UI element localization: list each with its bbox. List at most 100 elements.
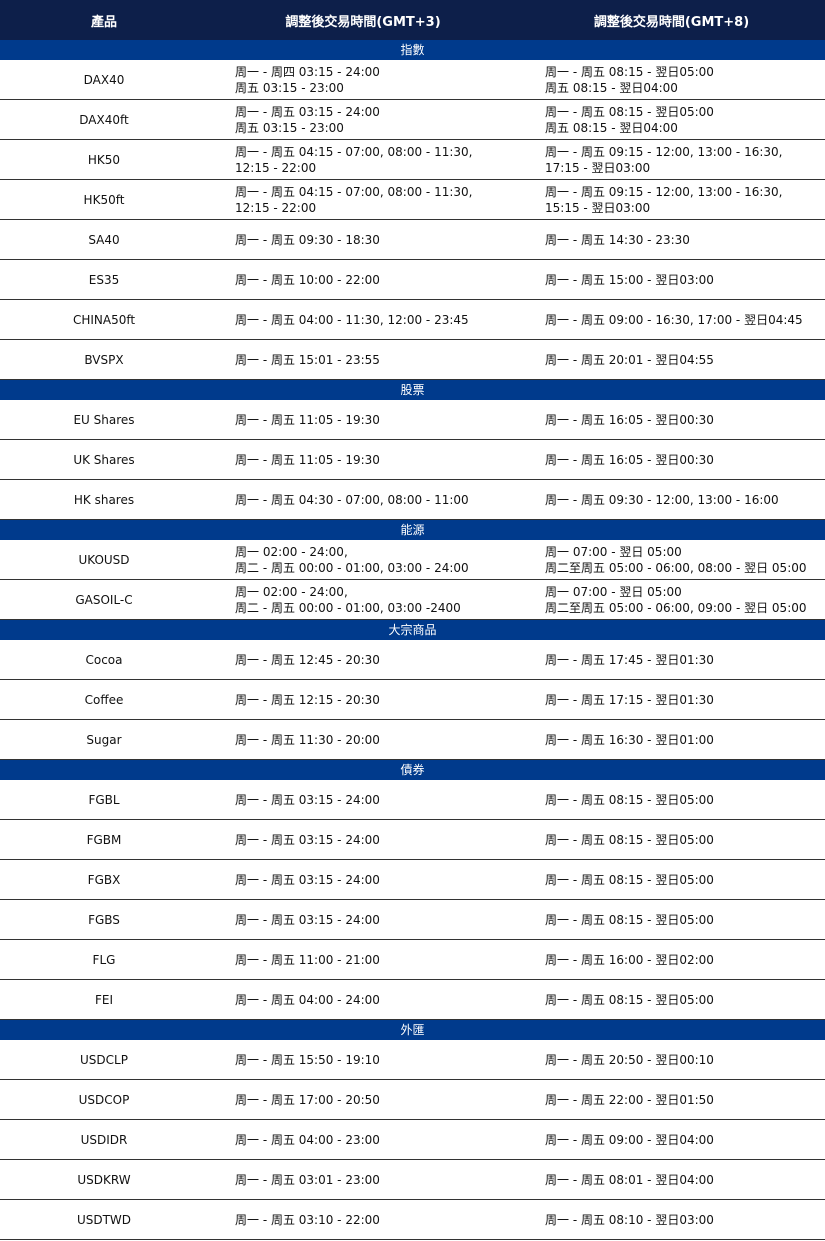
- gmt3-hours-cell: 周一 - 周五 03:15 - 24:00: [235, 792, 380, 807]
- product-cell: UKOUSD: [78, 552, 130, 567]
- table-row: Cocoa 周一 - 周五 12:45 - 20:30 周一 - 周五 17:45 …: [0, 640, 825, 680]
- table-row: GASOIL-C 周一 02:00 - 24:00, 周二 - 周五 00:00 …: [0, 580, 825, 620]
- gmt8-hours-cell: 周一 - 周五 17:45 - 翌日01:30: [545, 652, 714, 667]
- table-row: FEI 周一 - 周五 04:00 - 24:00 周一 - 周五 08:15 - …: [0, 980, 825, 1020]
- gmt3-hours-cell: 周一 - 周四 03:15 - 24:00 周五 03:15 - 23:00: [235, 64, 380, 95]
- gmt3-hours-cell: 周一 - 周五 11:00 - 21:00: [235, 952, 380, 967]
- header-gmt3: 調整後交易時間(GMT+3): [285, 14, 441, 30]
- product-cell: FEI: [94, 992, 114, 1007]
- gmt8-hours-cell: 周一 - 周五 20:50 - 翌日00:10: [545, 1052, 714, 1067]
- gmt3-hours-cell: 周一 - 周五 11:05 - 19:30: [235, 412, 380, 427]
- product-cell: USDTWD: [76, 1212, 132, 1227]
- gmt3-hours-cell: 周一 - 周五 15:01 - 23:55: [235, 352, 380, 367]
- gmt8-hours-cell: 周一 - 周五 16:05 - 翌日00:30: [545, 412, 714, 427]
- table-row: DAX40ft 周一 - 周五 03:15 - 24:00 周五 03:15 - …: [0, 100, 825, 140]
- product-cell: UK Shares: [73, 452, 135, 467]
- gmt3-hours-cell: 周一 - 周五 03:15 - 24:00: [235, 832, 380, 847]
- table-row: USDCOP 周一 - 周五 17:00 - 20:50 周一 - 周五 22:00…: [0, 1080, 825, 1120]
- section-header: 外匯: [0, 1020, 825, 1040]
- gmt3-hours-cell: 周一 - 周五 04:15 - 07:00, 08:00 - 11:30, 12…: [235, 184, 473, 215]
- gmt8-hours-cell: 周一 - 周五 08:01 - 翌日04:00: [545, 1172, 714, 1187]
- table-row: FGBM 周一 - 周五 03:15 - 24:00 周一 - 周五 08:15 -…: [0, 820, 825, 860]
- gmt3-hours-cell: 周一 - 周五 03:10 - 22:00: [235, 1212, 380, 1227]
- gmt3-hours-cell: 周一 - 周五 15:50 - 19:10: [235, 1052, 380, 1067]
- gmt3-hours-cell: 周一 - 周五 12:15 - 20:30: [235, 692, 380, 707]
- product-cell: DAX40: [83, 72, 125, 87]
- product-cell: HK shares: [73, 492, 135, 507]
- product-cell: FGBM: [86, 832, 122, 847]
- table-row: Sugar 周一 - 周五 11:30 - 20:00 周一 - 周五 16:30 …: [0, 720, 825, 760]
- product-cell: BVSPX: [84, 352, 124, 367]
- gmt8-hours-cell: 周一 - 周五 16:05 - 翌日00:30: [545, 452, 714, 467]
- gmt8-hours-cell: 周一 - 周五 16:30 - 翌日01:00: [545, 732, 714, 747]
- product-cell: Cocoa: [85, 652, 123, 667]
- section-header: 能源: [0, 520, 825, 540]
- gmt3-hours-cell: 周一 - 周五 12:45 - 20:30: [235, 652, 380, 667]
- product-cell: FGBX: [87, 872, 121, 887]
- gmt8-hours-cell: 周一 - 周五 09:30 - 12:00, 13:00 - 16:00: [545, 492, 779, 507]
- product-cell: FGBS: [88, 912, 120, 927]
- gmt8-hours-cell: 周一 - 周五 08:15 - 翌日05:00: [545, 792, 714, 807]
- table-row: ES35 周一 - 周五 10:00 - 22:00 周一 - 周五 15:00 -…: [0, 260, 825, 300]
- table-row: FGBX 周一 - 周五 03:15 - 24:00 周一 - 周五 08:15 -…: [0, 860, 825, 900]
- table-row: HK50 周一 - 周五 04:15 - 07:00, 08:00 - 11:30…: [0, 140, 825, 180]
- gmt3-hours-cell: 周一 02:00 - 24:00, 周二 - 周五 00:00 - 01:00,…: [235, 544, 469, 575]
- table-row: BVSPX 周一 - 周五 15:01 - 23:55 周一 - 周五 20:01 …: [0, 340, 825, 380]
- gmt8-hours-cell: 周一 - 周五 08:15 - 翌日05:00 周五 08:15 - 翌日04:…: [545, 64, 714, 95]
- table-row: UK Shares 周一 - 周五 11:05 - 19:30 周一 - 周五 16…: [0, 440, 825, 480]
- gmt8-hours-cell: 周一 - 周五 08:15 - 翌日05:00: [545, 992, 714, 1007]
- table-row: USDKRW 周一 - 周五 03:01 - 23:00 周一 - 周五 08:01…: [0, 1160, 825, 1200]
- gmt3-hours-cell: 周一 - 周五 11:05 - 19:30: [235, 452, 380, 467]
- gmt8-hours-cell: 周一 07:00 - 翌日 05:00 周二至周五 05:00 - 06:00,…: [545, 584, 807, 615]
- product-cell: HK50ft: [83, 192, 125, 207]
- gmt3-hours-cell: 周一 - 周五 10:00 - 22:00: [235, 272, 380, 287]
- section-header: 指數: [0, 40, 825, 60]
- gmt3-hours-cell: 周一 - 周五 04:15 - 07:00, 08:00 - 11:30, 12…: [235, 144, 473, 175]
- gmt3-hours-cell: 周一 02:00 - 24:00, 周二 - 周五 00:00 - 01:00,…: [235, 584, 461, 615]
- product-cell: USDCLP: [80, 1052, 128, 1067]
- gmt3-hours-cell: 周一 - 周五 09:30 - 18:30: [235, 232, 380, 247]
- gmt3-hours-cell: 周一 - 周五 17:00 - 20:50: [235, 1092, 380, 1107]
- gmt8-hours-cell: 周一 - 周五 08:15 - 翌日05:00 周五 08:15 - 翌日04:…: [545, 104, 714, 135]
- table-row: FGBS 周一 - 周五 03:15 - 24:00 周一 - 周五 08:15 -…: [0, 900, 825, 940]
- gmt8-hours-cell: 周一 - 周五 08:10 - 翌日03:00: [545, 1212, 714, 1227]
- product-cell: SA40: [88, 232, 120, 247]
- product-cell: USDCOP: [78, 1092, 130, 1107]
- trading-hours-table: 產品 調整後交易時間(GMT+3) 調整後交易時間(GMT+8) 指數 DAX40…: [0, 0, 825, 1240]
- gmt3-hours-cell: 周一 - 周五 03:15 - 24:00 周五 03:15 - 23:00: [235, 104, 380, 135]
- product-cell: FGBL: [88, 792, 120, 807]
- table-header: 產品 調整後交易時間(GMT+3) 調整後交易時間(GMT+8): [0, 0, 825, 40]
- gmt8-hours-cell: 周一 - 周五 08:15 - 翌日05:00: [545, 872, 714, 887]
- product-cell: Coffee: [84, 692, 124, 707]
- table-row: DAX40 周一 - 周四 03:15 - 24:00 周五 03:15 - 23…: [0, 60, 825, 100]
- gmt3-hours-cell: 周一 - 周五 11:30 - 20:00: [235, 732, 380, 747]
- product-cell: USDIDR: [80, 1132, 128, 1147]
- product-cell: ES35: [88, 272, 120, 287]
- table-row: HK shares 周一 - 周五 04:30 - 07:00, 08:00 - …: [0, 480, 825, 520]
- product-cell: Sugar: [86, 732, 122, 747]
- section-header: 債券: [0, 760, 825, 780]
- table-row: USDIDR 周一 - 周五 04:00 - 23:00 周一 - 周五 09:00…: [0, 1120, 825, 1160]
- header-product: 產品: [90, 14, 117, 30]
- product-cell: HK50: [87, 152, 121, 167]
- table-row: EU Shares 周一 - 周五 11:05 - 19:30 周一 - 周五 16…: [0, 400, 825, 440]
- gmt8-hours-cell: 周一 - 周五 22:00 - 翌日01:50: [545, 1092, 714, 1107]
- section-header: 大宗商品: [0, 620, 825, 640]
- product-cell: GASOIL-C: [75, 592, 133, 607]
- gmt8-hours-cell: 周一 - 周五 16:00 - 翌日02:00: [545, 952, 714, 967]
- table-row: SA40 周一 - 周五 09:30 - 18:30 周一 - 周五 14:30 -…: [0, 220, 825, 260]
- gmt3-hours-cell: 周一 - 周五 04:00 - 11:30, 12:00 - 23:45: [235, 312, 469, 327]
- table-row: UKOUSD 周一 02:00 - 24:00, 周二 - 周五 00:00 - …: [0, 540, 825, 580]
- gmt8-hours-cell: 周一 - 周五 15:00 - 翌日03:00: [545, 272, 714, 287]
- table-row: HK50ft 周一 - 周五 04:15 - 07:00, 08:00 - 11:…: [0, 180, 825, 220]
- header-gmt8: 調整後交易時間(GMT+8): [593, 14, 750, 30]
- product-cell: CHINA50ft: [72, 312, 136, 327]
- gmt8-hours-cell: 周一 - 周五 20:01 - 翌日04:55: [545, 352, 714, 367]
- table-row: Coffee 周一 - 周五 12:15 - 20:30 周一 - 周五 17:15…: [0, 680, 825, 720]
- table-row: CHINA50ft 周一 - 周五 04:00 - 11:30, 12:00 - …: [0, 300, 825, 340]
- gmt3-hours-cell: 周一 - 周五 03:01 - 23:00: [235, 1172, 380, 1187]
- gmt8-hours-cell: 周一 - 周五 09:00 - 16:30, 17:00 - 翌日04:45: [545, 312, 803, 327]
- product-cell: DAX40ft: [79, 112, 129, 127]
- table-body: 指數 DAX40 周一 - 周四 03:15 - 24:00 周五 03:15 - …: [0, 40, 825, 1240]
- gmt8-hours-cell: 周一 - 周五 08:15 - 翌日05:00: [545, 832, 714, 847]
